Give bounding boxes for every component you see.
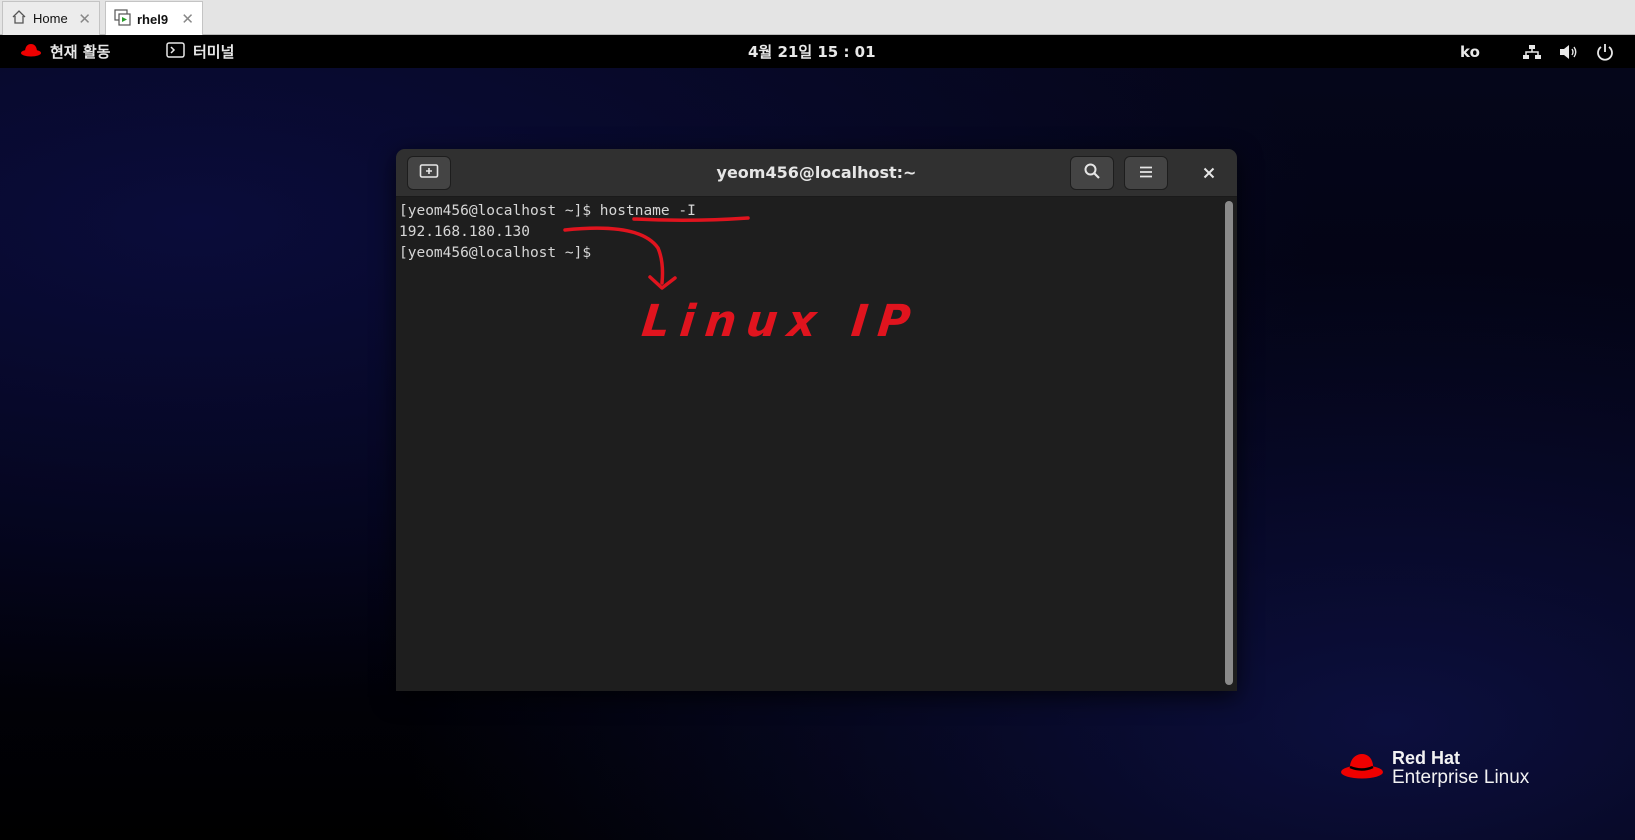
prompt: [yeom456@localhost ~]$	[399, 203, 600, 219]
tab-home[interactable]: Home ✕	[2, 1, 100, 35]
terminal-headerbar[interactable]: yeom456@localhost:~	[396, 149, 1237, 197]
gnome-top-bar: 현재 활동 터미널 4월 21일 15 : 01 ko	[0, 35, 1635, 68]
command: hostname -I	[599, 203, 696, 219]
terminal-line-1: [yeom456@localhost ~]$ hostname -I	[399, 203, 696, 219]
home-icon	[11, 9, 27, 28]
annotation-text: Linux IP	[639, 296, 923, 347]
new-tab-icon	[419, 163, 439, 183]
redhat-hat-icon	[1340, 752, 1384, 784]
terminal-line-3: [yeom456@localhost ~]$	[399, 245, 600, 261]
terminal-icon	[166, 41, 185, 62]
app-menu-terminal[interactable]: 터미널	[166, 35, 234, 68]
terminal-line-2: 192.168.180.130	[399, 224, 530, 240]
activities-label: 현재 활동	[50, 43, 111, 61]
terminal-scrollbar[interactable]	[1221, 197, 1237, 691]
clock[interactable]: 4월 21일 15 : 01	[748, 35, 876, 68]
close-icon[interactable]: ✕	[78, 10, 91, 28]
terminal-window[interactable]: yeom456@localhost:~ [yeom456@localhost ~…	[396, 149, 1237, 691]
input-method-label: ko	[1460, 42, 1480, 61]
menu-button[interactable]	[1124, 156, 1168, 190]
clock-label: 4월 21일 15 : 01	[748, 43, 876, 61]
app-label: 터미널	[193, 43, 235, 61]
prompt: [yeom456@localhost ~]$	[399, 245, 600, 261]
volume-icon[interactable]	[1559, 35, 1579, 68]
redhat-wordmark: Red Hat Enterprise Linux	[1392, 748, 1529, 788]
tab-label: rhel9	[137, 11, 169, 27]
search-icon	[1083, 162, 1101, 184]
new-tab-button[interactable]	[407, 156, 451, 190]
redhat-logo: Red Hat Enterprise Linux	[1340, 748, 1529, 788]
input-method-indicator[interactable]: ko	[1460, 35, 1480, 68]
search-button[interactable]	[1070, 156, 1114, 190]
tab-rhel9[interactable]: rhel9 ✕	[105, 1, 203, 36]
hamburger-menu-icon	[1138, 164, 1154, 183]
network-icon[interactable]	[1522, 35, 1542, 68]
close-icon	[1203, 164, 1215, 183]
vm-icon	[114, 9, 131, 29]
close-window-button[interactable]	[1192, 156, 1226, 190]
activities-button[interactable]: 현재 활동	[20, 35, 110, 68]
output: 192.168.180.130	[399, 224, 530, 240]
power-icon[interactable]	[1596, 35, 1614, 68]
close-icon[interactable]: ✕	[181, 10, 194, 28]
brand-line-1: Red Hat	[1392, 748, 1461, 768]
redhat-hat-icon	[20, 43, 42, 61]
tab-label: Home	[33, 11, 68, 26]
vmware-tab-strip: Home ✕ rhel9 ✕	[0, 0, 1635, 36]
brand-line-2: Enterprise Linux	[1392, 767, 1530, 788]
terminal-output[interactable]: [yeom456@localhost ~]$ hostname -I 192.1…	[396, 197, 1221, 691]
scrollbar-thumb[interactable]	[1225, 201, 1233, 685]
